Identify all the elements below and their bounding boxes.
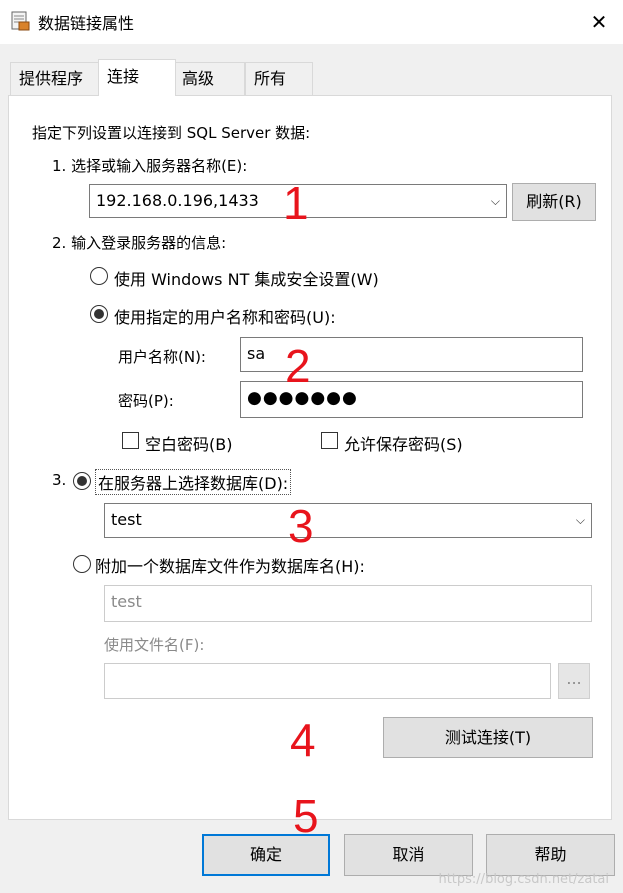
annotation-step-1: 1 bbox=[283, 177, 309, 229]
browse-file-button[interactable]: ... bbox=[558, 663, 590, 699]
help-button[interactable]: 帮助 bbox=[486, 834, 615, 876]
chevron-down-icon[interactable]: ⌵ bbox=[491, 185, 500, 217]
cancel-button[interactable]: 取消 bbox=[344, 834, 473, 876]
data-link-properties-icon bbox=[9, 10, 31, 32]
database-value: test bbox=[111, 510, 142, 529]
select-database-radio[interactable] bbox=[73, 472, 91, 490]
attach-database-name-input[interactable]: test bbox=[104, 585, 592, 622]
chevron-down-icon[interactable]: ⌵ bbox=[576, 504, 585, 536]
annotation-step-4: 4 bbox=[290, 714, 316, 766]
user-password-auth-radio[interactable] bbox=[90, 305, 108, 323]
blank-password-label[interactable]: 空白密码(B) bbox=[145, 431, 232, 455]
password-label: 密码(P): bbox=[118, 392, 174, 410]
close-button[interactable]: ✕ bbox=[580, 6, 618, 38]
windows-nt-auth-radio[interactable] bbox=[90, 267, 108, 285]
window-title: 数据链接属性 bbox=[38, 14, 135, 33]
blank-password-checkbox[interactable] bbox=[122, 432, 139, 449]
intro-text: 指定下列设置以连接到 SQL Server 数据: bbox=[32, 124, 311, 142]
step3-number: 3. bbox=[52, 471, 67, 489]
username-label: 用户名称(N): bbox=[118, 348, 206, 366]
annotation-step-2: 2 bbox=[285, 340, 311, 392]
windows-nt-auth-label[interactable]: 使用 Windows NT 集成安全设置(W) bbox=[114, 266, 379, 290]
tab-advanced[interactable]: 高级 bbox=[173, 62, 245, 95]
allow-save-password-label[interactable]: 允许保存密码(S) bbox=[344, 431, 463, 455]
database-combobox[interactable]: test ⌵ bbox=[104, 503, 592, 538]
select-database-label[interactable]: 在服务器上选择数据库(D): bbox=[95, 469, 292, 495]
attach-database-file-label[interactable]: 附加一个数据库文件作为数据库名(H): bbox=[95, 553, 365, 577]
file-name-label: 使用文件名(F): bbox=[104, 636, 205, 654]
server-name-value: 192.168.0.196,1433 bbox=[96, 191, 259, 210]
test-connection-button[interactable]: 测试连接(T) bbox=[383, 717, 593, 758]
refresh-button[interactable]: 刷新(R) bbox=[512, 183, 596, 221]
annotation-step-3: 3 bbox=[288, 500, 314, 552]
watermark: https://blog.csdn.net/zatai bbox=[438, 872, 609, 887]
annotation-step-5: 5 bbox=[293, 790, 319, 842]
allow-save-password-checkbox[interactable] bbox=[321, 432, 338, 449]
tab-all[interactable]: 所有 bbox=[245, 62, 313, 95]
attach-database-file-radio[interactable] bbox=[73, 555, 91, 573]
step2-label: 2. 输入登录服务器的信息: bbox=[52, 234, 227, 252]
tab-connection[interactable]: 连接 bbox=[98, 59, 176, 96]
step1-label: 1. 选择或输入服务器名称(E): bbox=[52, 157, 248, 175]
user-password-auth-label[interactable]: 使用指定的用户名称和密码(U): bbox=[114, 304, 336, 328]
close-icon: ✕ bbox=[590, 10, 608, 34]
file-name-input[interactable] bbox=[104, 663, 551, 699]
tab-provider[interactable]: 提供程序 bbox=[10, 62, 99, 95]
